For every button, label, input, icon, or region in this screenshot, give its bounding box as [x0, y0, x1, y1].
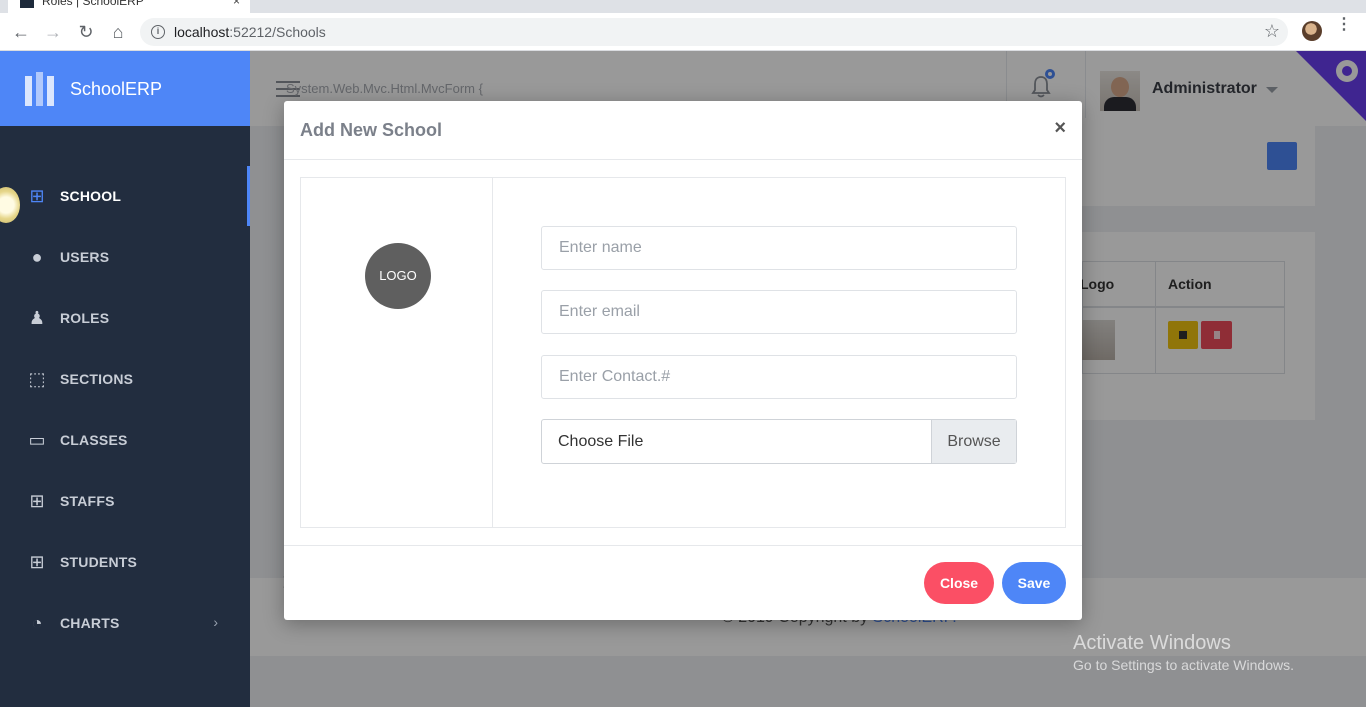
reload-icon[interactable]: ↻: [75, 21, 97, 43]
sidebar-item-label: SECTIONS: [60, 371, 134, 387]
file-input-label: Choose File: [558, 433, 644, 450]
sidebar-item-users[interactable]: ● USERS: [0, 227, 250, 287]
chevron-right-icon: ›: [213, 614, 218, 630]
forward-arrow-icon[interactable]: →: [42, 21, 64, 43]
logo-placeholder[interactable]: LOGO: [365, 243, 431, 309]
bookmark-star-icon[interactable]: ☆: [1264, 21, 1280, 42]
tab-close-icon[interactable]: ×: [233, 0, 240, 8]
browse-button[interactable]: Browse: [931, 420, 1016, 463]
modal-form-panel: LOGO Choose File Browse: [300, 177, 1066, 528]
browser-profile-avatar[interactable]: [1302, 21, 1322, 41]
sidebar-item-label: STUDENTS: [60, 554, 138, 570]
selection-icon: ⬚: [28, 369, 46, 389]
sidebar-item-label: SCHOOL: [60, 188, 122, 204]
browser-tabstrip: Roles | SchoolERP ×: [0, 0, 1366, 13]
browser-menu-icon[interactable]: ⋮: [1336, 17, 1352, 33]
brand-header[interactable]: SchoolERP: [0, 51, 250, 126]
brand-logo-icon: [25, 72, 57, 106]
sidebar-item-staffs[interactable]: ⊞ STAFFS: [0, 471, 250, 531]
watermark-title: Activate Windows: [1073, 632, 1231, 654]
windows-activation-watermark: Activate Windows Go to Settings to activ…: [1073, 632, 1294, 673]
close-button[interactable]: Close: [924, 562, 994, 604]
modal-header-divider: [284, 159, 1082, 160]
sidebar-item-classes[interactable]: ▭ CLASSES: [0, 410, 250, 470]
modal-footer-divider: [284, 545, 1082, 546]
modal-title: Add New School: [300, 120, 443, 140]
pie-chart-icon: ◔: [31, 613, 43, 633]
window-icon: ▭: [28, 430, 46, 450]
address-bar[interactable]: i localhost:52212/Schools ☆: [140, 18, 1288, 46]
brand-name: SchoolERP: [70, 79, 163, 99]
browser-tab[interactable]: Roles | SchoolERP ×: [8, 0, 250, 13]
url-host: localhost: [174, 24, 230, 40]
people-icon: ♟: [28, 308, 46, 328]
person-icon: ●: [31, 247, 43, 267]
sidebar: SchoolERP ⊞ SCHOOL ● USERS ♟ ROLES ⬚ SEC…: [0, 51, 250, 707]
sidebar-item-charts[interactable]: ◔ CHARTS ›: [0, 593, 250, 653]
url-text[interactable]: localhost:52212/Schools: [174, 24, 326, 40]
sidebar-item-label: CHARTS: [60, 615, 120, 631]
dashboard-icon: ⊞: [29, 186, 45, 206]
browser-toolbar: ← → ↻ ⌂ i localhost:52212/Schools ☆ ⋮: [0, 13, 1366, 51]
add-school-modal: Add New School × LOGO Choose File Browse…: [284, 101, 1082, 620]
site-info-icon[interactable]: i: [151, 25, 165, 39]
home-icon[interactable]: ⌂: [107, 21, 129, 43]
email-field[interactable]: [541, 290, 1017, 334]
tab-title: Roles | SchoolERP: [42, 0, 144, 8]
url-path: :52212/Schools: [229, 24, 326, 40]
dashboard-icon: ⊞: [29, 552, 45, 572]
watermark-subtitle: Go to Settings to activate Windows.: [1073, 657, 1294, 673]
favicon-icon: [20, 0, 34, 8]
dashboard-icon: ⊞: [29, 491, 45, 511]
file-input[interactable]: Choose File Browse: [541, 419, 1017, 464]
sidebar-item-label: ROLES: [60, 310, 110, 326]
contact-field[interactable]: [541, 355, 1017, 399]
close-icon[interactable]: ×: [1054, 117, 1066, 140]
logo-column: LOGO: [301, 178, 493, 527]
sidebar-item-school[interactable]: ⊞ SCHOOL: [0, 166, 250, 226]
sidebar-item-label: CLASSES: [60, 432, 128, 448]
sidebar-item-roles[interactable]: ♟ ROLES: [0, 288, 250, 348]
sidebar-item-sections[interactable]: ⬚ SECTIONS: [0, 349, 250, 409]
sidebar-item-label: USERS: [60, 249, 110, 265]
save-button[interactable]: Save: [1002, 562, 1066, 604]
name-field[interactable]: [541, 226, 1017, 270]
sidebar-item-label: STAFFS: [60, 493, 115, 509]
sidebar-item-students[interactable]: ⊞ STUDENTS: [0, 532, 250, 592]
back-arrow-icon[interactable]: ←: [10, 21, 32, 43]
